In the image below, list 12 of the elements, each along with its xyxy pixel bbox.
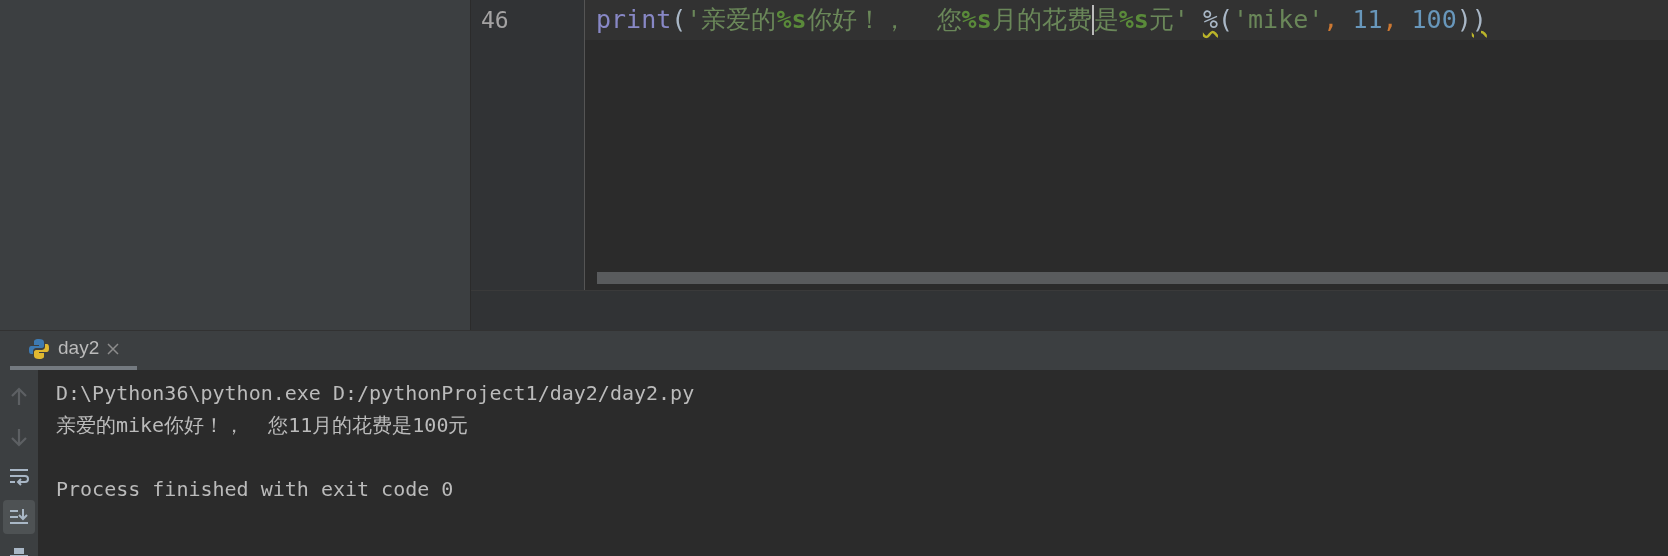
soft-wrap-icon — [8, 466, 30, 488]
console-line: D:\Python36\python.exe D:/pythonProject1/day2/day2.py — [56, 381, 695, 405]
console-line: Process finished with exit code 0 — [56, 477, 454, 501]
code-line: print('亲爱的%s你好！， 您%s月的花费是%s元' %('mike', 11, 100)) — [596, 4, 1487, 37]
console-line: 亲爱的mike你好！， 您11月的花费是100元 — [56, 413, 469, 437]
line-number: 46 — [480, 6, 509, 35]
down-arrow-icon — [8, 426, 30, 448]
horizontal-scrollbar[interactable] — [597, 272, 1668, 284]
text-cursor — [1091, 5, 1094, 35]
close-icon[interactable] — [107, 342, 120, 355]
scroll-to-end-button[interactable] — [3, 500, 35, 534]
python-icon — [28, 337, 50, 360]
